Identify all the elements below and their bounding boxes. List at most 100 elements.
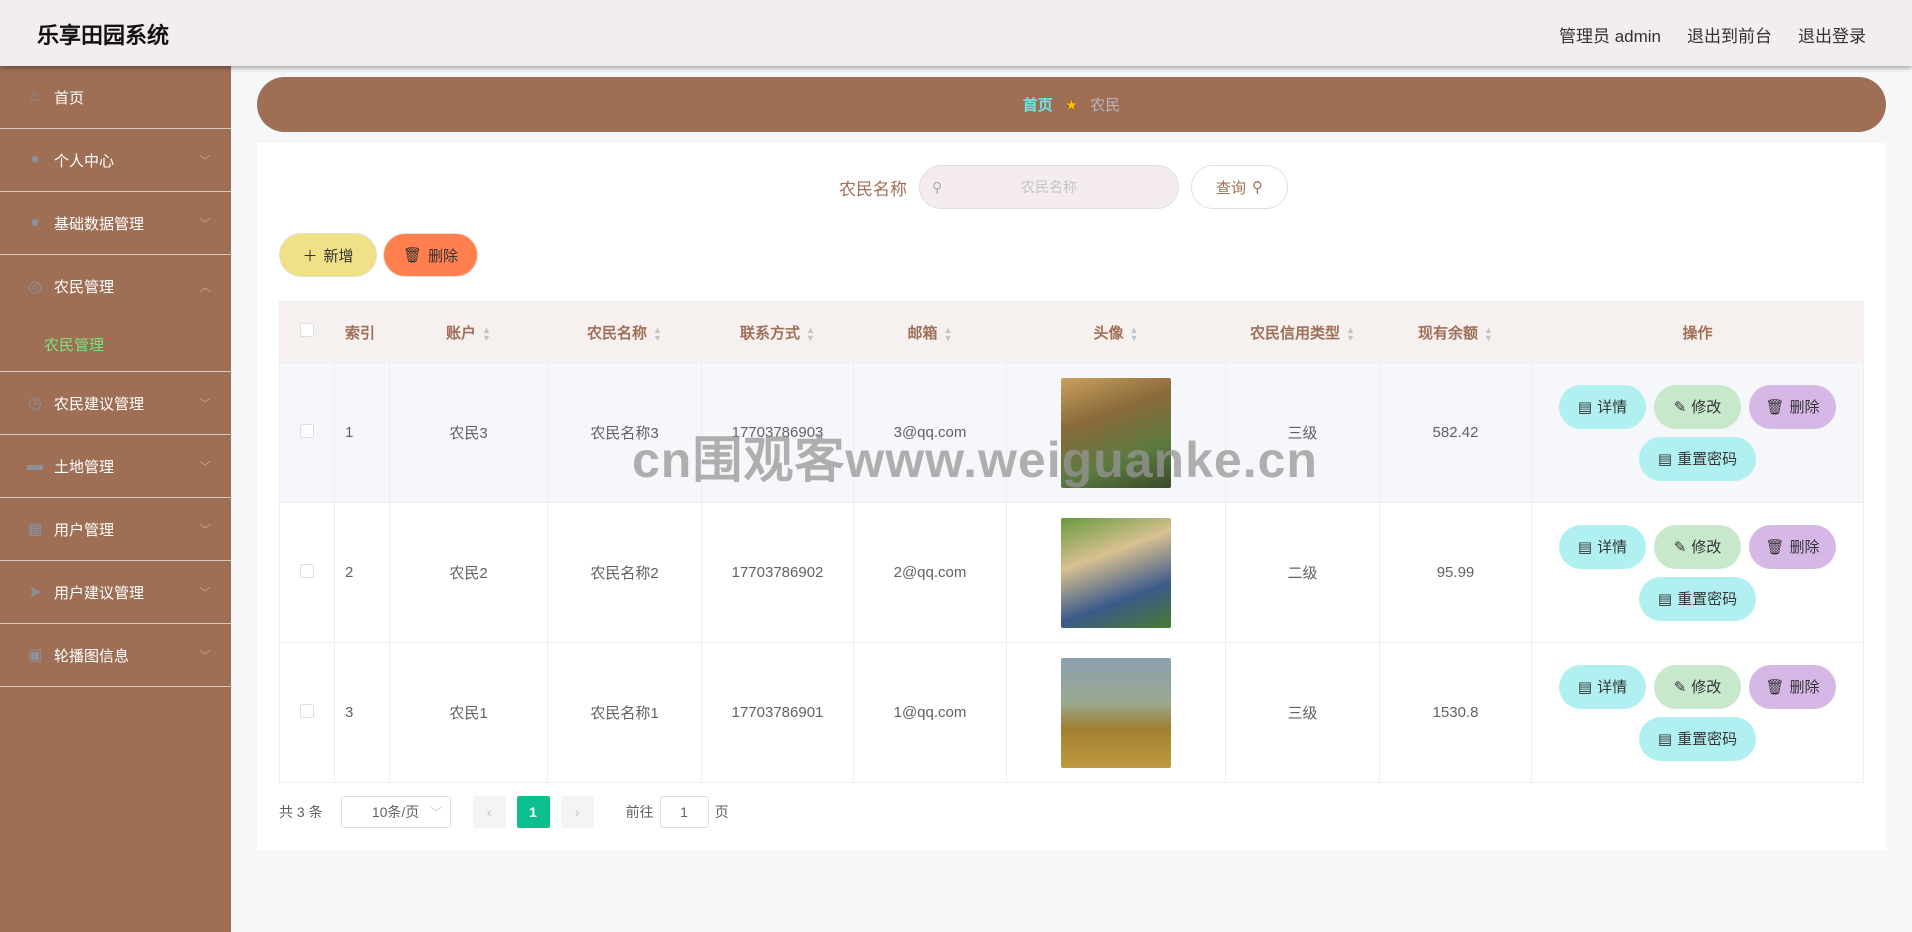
sidebar-item-users[interactable]: ▦ 用户管理 ﹀ bbox=[0, 498, 231, 561]
reset-password-button[interactable]: ▤ 重置密码 bbox=[1639, 716, 1756, 761]
query-button[interactable]: 查询 ⚲ bbox=[1191, 165, 1288, 209]
sort-icon[interactable]: ▲ ▼ bbox=[482, 325, 491, 342]
sidebar-item-label: 轮播图信息 bbox=[54, 647, 130, 665]
page-number-1[interactable]: 1 bbox=[516, 796, 550, 828]
delete-button[interactable]: 🗑 删除 bbox=[1749, 524, 1836, 569]
farmer-table: 索引 账户 ▲ ▼ 农民名称 ▲ ▼ 联系方式 ▲ ▼ 邮箱 ▲ ▼ 头像 ▲ ▼ 农民信用类型 ▲ ▼… bbox=[279, 301, 1864, 783]
farmer-avatar-image[interactable] bbox=[1061, 517, 1171, 628]
content-panel: 农民名称 ⚲ 农民名称 查询 ⚲ ＋新增 🗑 删除 索引 账户 ▲ ▼ 农民名称 ▲ ▼ 联系… bbox=[257, 143, 1886, 850]
table-row: 1 农民3 农民名称3 17703786903 3@qq.com 三级 582.… bbox=[279, 362, 1864, 503]
add-button[interactable]: ＋ 新增 bbox=[279, 233, 377, 277]
prev-page-button[interactable]: ‹ bbox=[472, 796, 506, 828]
search-bar: 农民名称 ⚲ 农民名称 查询 ⚲ bbox=[839, 165, 1288, 209]
search-input[interactable]: ⚲ 农民名称 bbox=[919, 165, 1179, 209]
col-account[interactable]: 账户 ▲ ▼ bbox=[389, 301, 548, 363]
edit-button[interactable]: ✎ 修改 bbox=[1654, 524, 1741, 569]
batch-delete-button[interactable]: 🗑 删除 bbox=[383, 233, 478, 277]
app-title: 乐享田园系统 bbox=[37, 23, 170, 48]
delete-button-label: 删除 bbox=[428, 247, 459, 265]
clock-icon: ◷ bbox=[28, 395, 42, 412]
goto-label: 前往 bbox=[625, 804, 654, 820]
search-placeholder: 农民名称 bbox=[1021, 179, 1077, 195]
col-index: 索引 bbox=[334, 301, 390, 363]
row-checkbox[interactable] bbox=[300, 563, 314, 578]
sort-icon[interactable]: ▲ ▼ bbox=[806, 325, 815, 342]
cell-balance: 1530.8 bbox=[1379, 642, 1532, 783]
sidebar-item-carousel[interactable]: ▣ 轮播图信息 ﹀ bbox=[0, 624, 231, 687]
breadcrumb-home[interactable]: 首页 bbox=[1023, 94, 1053, 115]
sidebar-item-farmer-mgmt[interactable]: ◎ 农民管理 ︿ bbox=[0, 255, 231, 318]
chevron-down-icon: ﹀ bbox=[198, 153, 211, 168]
col-credit[interactable]: 农民信用类型 ▲ ▼ bbox=[1225, 301, 1380, 363]
cell-email: 1@qq.com bbox=[853, 642, 1007, 783]
pencil-icon: ✎ bbox=[1673, 398, 1687, 416]
detail-button[interactable]: ▤ 详情 bbox=[1559, 384, 1646, 429]
document-icon: ▤ bbox=[1657, 730, 1673, 748]
exit-to-front-link[interactable]: 退出到前台 bbox=[1687, 22, 1772, 47]
table-row: 2 农民2 农民名称2 17703786902 2@qq.com 二级 95.9… bbox=[279, 502, 1864, 643]
farmer-avatar-image[interactable] bbox=[1061, 657, 1171, 768]
table-header: 索引 账户 ▲ ▼ 农民名称 ▲ ▼ 联系方式 ▲ ▼ 邮箱 ▲ ▼ 头像 ▲ ▼ 农民信用类型 ▲ ▼… bbox=[279, 301, 1864, 363]
sort-icon[interactable]: ▲ ▼ bbox=[944, 325, 953, 342]
sidebar-item-basic-data[interactable]: ● 基础数据管理 ﹀ bbox=[0, 192, 231, 255]
col-balance[interactable]: 现有余额 ▲ ▼ bbox=[1379, 301, 1532, 363]
farmer-avatar-image[interactable] bbox=[1061, 377, 1171, 488]
chevron-down-icon: ﹀ bbox=[198, 648, 211, 663]
sidebar-item-label: 基础数据管理 bbox=[54, 215, 145, 233]
goto-page-input[interactable]: 1 bbox=[659, 796, 709, 828]
sort-icon[interactable]: ▲ ▼ bbox=[1130, 325, 1139, 342]
col-name[interactable]: 农民名称 ▲ ▼ bbox=[547, 301, 702, 363]
cell-balance: 95.99 bbox=[1379, 502, 1532, 643]
sort-icon[interactable]: ▲ ▼ bbox=[1346, 325, 1355, 342]
row-checkbox[interactable] bbox=[300, 703, 314, 718]
detail-button[interactable]: ▤ 详情 bbox=[1559, 524, 1646, 569]
sidebar-item-label: 个人中心 bbox=[54, 152, 115, 170]
sidebar-item-farmer-advice[interactable]: ◷ 农民建议管理 ﹀ bbox=[0, 372, 231, 435]
col-phone[interactable]: 联系方式 ▲ ▼ bbox=[701, 301, 854, 363]
chevron-up-icon: ︿ bbox=[198, 280, 211, 294]
chevron-down-icon: ﹀ bbox=[198, 522, 211, 537]
cell-credit: 二级 bbox=[1225, 502, 1380, 643]
lifebuoy-icon: ◎ bbox=[28, 278, 42, 296]
chevron-down-icon: ﹀ bbox=[430, 807, 442, 819]
trash-icon: 🗑 bbox=[1765, 398, 1785, 416]
sidebar-item-home[interactable]: ⌂ 首页 bbox=[0, 66, 231, 129]
sidebar-item-land[interactable]: ▬ 土地管理 ﹀ bbox=[0, 435, 231, 498]
trash-icon: 🗑 bbox=[1765, 678, 1785, 696]
add-button-label: 新增 bbox=[323, 247, 354, 265]
cell-account: 农民3 bbox=[389, 362, 548, 503]
reset-password-button[interactable]: ▤ 重置密码 bbox=[1639, 576, 1756, 621]
row-checkbox[interactable] bbox=[300, 423, 314, 438]
sidebar-item-label: 用户建议管理 bbox=[54, 584, 145, 602]
cell-phone: 17703786901 bbox=[701, 642, 854, 783]
cell-account: 农民2 bbox=[389, 502, 548, 643]
sidebar-item-user-advice[interactable]: ➤ 用户建议管理 ﹀ bbox=[0, 561, 231, 624]
logout-link[interactable]: 退出登录 bbox=[1798, 22, 1866, 47]
pencil-icon: ✎ bbox=[1673, 538, 1687, 556]
col-avatar[interactable]: 头像 ▲ ▼ bbox=[1006, 301, 1226, 363]
sidebar-subitem-farmer-mgmt[interactable]: 农民管理 bbox=[0, 318, 231, 371]
sort-icon[interactable]: ▲ ▼ bbox=[1484, 325, 1493, 342]
next-page-button[interactable]: › bbox=[560, 796, 594, 828]
sidebar-item-label: 用户管理 bbox=[54, 521, 115, 539]
detail-button[interactable]: ▤ 详情 bbox=[1559, 664, 1646, 709]
sidebar-item-personal[interactable]: ● 个人中心 ﹀ bbox=[0, 129, 231, 192]
col-email[interactable]: 邮箱 ▲ ▼ bbox=[853, 301, 1007, 363]
top-bar: 乐享田园系统 管理员 admin 退出到前台 退出登录 bbox=[0, 0, 1912, 66]
star-icon: ★ bbox=[1064, 96, 1079, 114]
cell-balance: 582.42 bbox=[1379, 362, 1532, 503]
reset-password-button[interactable]: ▤ 重置密码 bbox=[1639, 436, 1756, 481]
sort-icon[interactable]: ▲ ▼ bbox=[653, 325, 662, 342]
edit-button[interactable]: ✎ 修改 bbox=[1654, 384, 1741, 429]
delete-button[interactable]: 🗑 删除 bbox=[1749, 664, 1836, 709]
chevron-down-icon: ﹀ bbox=[198, 459, 211, 474]
cell-name: 农民名称2 bbox=[547, 502, 702, 643]
col-actions: 操作 bbox=[1531, 301, 1864, 363]
bulb-icon: ● bbox=[30, 214, 40, 231]
select-all-checkbox[interactable] bbox=[300, 323, 314, 337]
page-size-select[interactable]: 10条/页 ﹀ bbox=[340, 796, 451, 828]
breadcrumb-current: 农民 bbox=[1090, 97, 1121, 114]
delete-button[interactable]: 🗑 删除 bbox=[1749, 384, 1836, 429]
edit-button[interactable]: ✎ 修改 bbox=[1654, 664, 1741, 709]
home-icon: ⌂ bbox=[30, 88, 40, 105]
